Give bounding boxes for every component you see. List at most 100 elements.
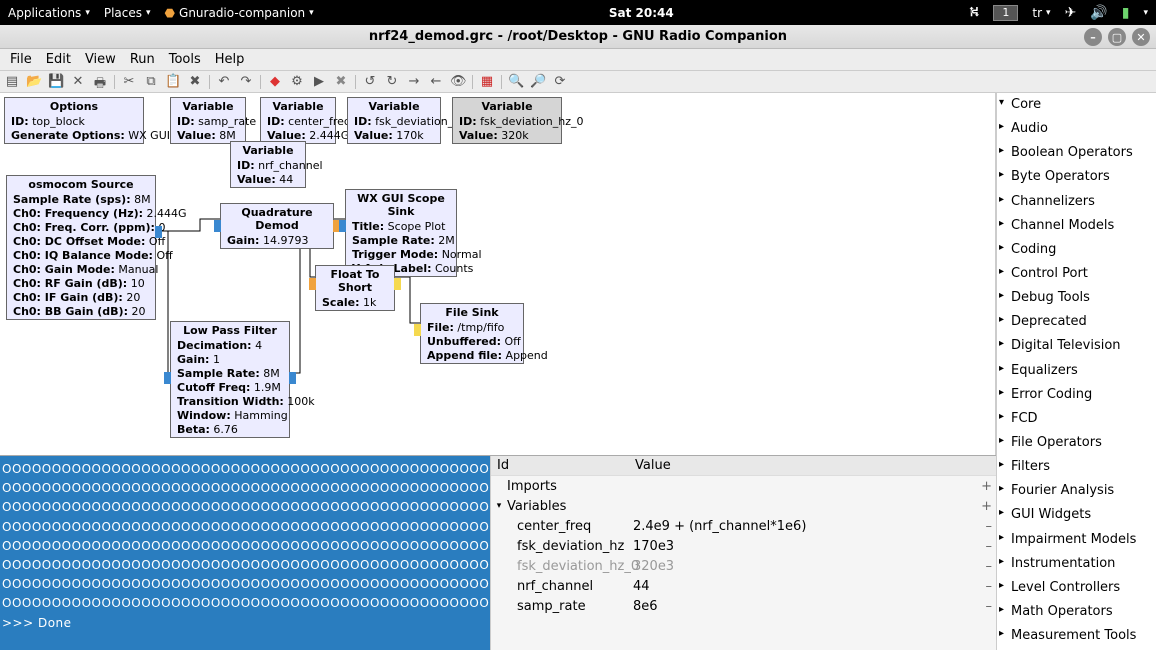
tree-node[interactable]: Impairment Models (997, 528, 1156, 552)
tree-node[interactable]: Equalizers (997, 359, 1156, 383)
menu-places[interactable]: Places▾ (104, 6, 151, 20)
menu-app[interactable]: ⬣Gnuradio-companion▾ (165, 6, 314, 20)
menu-view[interactable]: View (79, 50, 122, 69)
cut-icon[interactable]: ✂ (121, 74, 137, 90)
zoom-in-icon[interactable]: 🔍 (508, 74, 524, 90)
block-tree[interactable]: CoreAudioBoolean OperatorsByte Operators… (996, 93, 1156, 650)
variable-row[interactable]: samp_rate8e6– (491, 596, 996, 616)
variable-row[interactable]: nrf_channel44– (491, 576, 996, 596)
menu-help[interactable]: Help (209, 50, 251, 69)
remove-var-icon[interactable]: – (986, 579, 993, 594)
tree-node[interactable]: Audio (997, 117, 1156, 141)
save-icon[interactable]: 💾 (48, 74, 64, 90)
variable-row[interactable]: fsk_deviation_hz170e3– (491, 536, 996, 556)
tree-node[interactable]: Fourier Analysis (997, 479, 1156, 503)
tree-node[interactable]: FCD (997, 407, 1156, 431)
generate-icon[interactable]: ⚙ (289, 74, 305, 90)
block-quad[interactable]: Quadrature DemodGain: 14.9793 (220, 203, 334, 249)
menu-file[interactable]: File (4, 50, 38, 69)
tree-node[interactable]: Core (997, 93, 1156, 117)
menu-edit[interactable]: Edit (40, 50, 77, 69)
tree-node[interactable]: Instrumentation (997, 552, 1156, 576)
tree-node[interactable]: Error Coding (997, 383, 1156, 407)
tree-node[interactable]: Coding (997, 238, 1156, 262)
flowgraph-canvas[interactable]: OptionsID: top_blockGenerate Options: WX… (0, 93, 996, 455)
minimize-button[interactable]: – (1084, 28, 1102, 46)
port[interactable] (309, 278, 316, 290)
tree-node[interactable]: Level Controllers (997, 576, 1156, 600)
port[interactable] (289, 372, 296, 384)
tree-node[interactable]: Filters (997, 455, 1156, 479)
enable-icon[interactable]: → (406, 74, 422, 90)
print-icon[interactable]: 🖶 (92, 74, 108, 90)
tree-node[interactable]: Measurement Tools (997, 624, 1156, 648)
tree-node[interactable]: GUI Widgets (997, 503, 1156, 527)
remove-var-icon[interactable]: – (986, 599, 993, 614)
block-lpf[interactable]: Low Pass FilterDecimation: 4Gain: 1Sampl… (170, 321, 290, 438)
undo-icon[interactable]: ↶ (216, 74, 232, 90)
copy-icon[interactable]: ⧉ (143, 74, 159, 90)
block-scope[interactable]: WX GUI Scope SinkTitle: Scope PlotSample… (345, 189, 457, 277)
maximize-button[interactable]: ▢ (1108, 28, 1126, 46)
tree-node[interactable]: Digital Television (997, 334, 1156, 358)
tree-node[interactable]: Debug Tools (997, 286, 1156, 310)
block-var_chan[interactable]: VariableID: nrf_channelValue: 44 (230, 141, 306, 188)
tree-node[interactable]: Channelizers (997, 190, 1156, 214)
block-f2s[interactable]: Float To ShortScale: 1k (315, 265, 395, 311)
workspace-indicator[interactable]: 1 (993, 5, 1018, 21)
zoom-out-icon[interactable]: 🔎 (530, 74, 546, 90)
block-fsink[interactable]: File SinkFile: /tmp/fifoUnbuffered: OffA… (420, 303, 524, 364)
variable-row[interactable]: center_freq2.4e9 + (nrf_channel*1e6)– (491, 516, 996, 536)
block-osmo[interactable]: osmocom SourceSample Rate (sps): 8MCh0: … (6, 175, 156, 320)
close-button[interactable]: ✕ (1132, 28, 1150, 46)
port[interactable] (214, 220, 221, 232)
tree-node[interactable]: File Operators (997, 431, 1156, 455)
redo-icon[interactable]: ↷ (238, 74, 254, 90)
add-import-icon[interactable]: + (981, 479, 992, 494)
disable-icon[interactable]: ← (428, 74, 444, 90)
keyboard-layout[interactable]: tr▾ (1032, 6, 1050, 20)
vars-variables-row[interactable]: ▾Variables+ (491, 496, 996, 516)
tree-node[interactable]: Deprecated (997, 310, 1156, 334)
tree-node[interactable]: Channel Models (997, 214, 1156, 238)
menu-tools[interactable]: Tools (163, 50, 207, 69)
port[interactable] (394, 278, 401, 290)
menu-applications[interactable]: Applications▾ (8, 6, 90, 20)
console-pane[interactable]: OOOOOOOOOOOOOOOOOOOOOOOOOOOOOOOOOOOOOOOO… (0, 456, 490, 650)
record-icon[interactable]: ⛕ (969, 4, 979, 22)
execute-icon[interactable]: ▶ (311, 74, 327, 90)
paste-icon[interactable]: 📋 (165, 74, 181, 90)
airplane-icon[interactable]: ✈ (1065, 5, 1077, 21)
reload-icon[interactable]: ⟳ (552, 74, 568, 90)
hide-icon[interactable]: 👁 (450, 74, 466, 90)
block-options[interactable]: OptionsID: top_blockGenerate Options: WX… (4, 97, 144, 144)
rotate-left-icon[interactable]: ↺ (362, 74, 378, 90)
errors-icon[interactable]: ◆ (267, 74, 283, 90)
block-var_samp[interactable]: VariableID: samp_rateValue: 8M (170, 97, 246, 144)
volume-icon[interactable]: 🔊 (1090, 5, 1107, 21)
open-icon[interactable]: 📂 (26, 74, 42, 90)
variables-pane[interactable]: Id Value Imports+ ▾Variables+ center_fre… (490, 456, 996, 650)
battery-icon[interactable]: ▮ (1122, 5, 1130, 21)
tree-node[interactable]: Control Port (997, 262, 1156, 286)
add-variable-icon[interactable]: + (981, 499, 992, 514)
port[interactable] (414, 324, 421, 336)
block-var_fskdev[interactable]: VariableID: fsk_deviation_hzValue: 170k (347, 97, 441, 144)
block-var_fskdev0[interactable]: VariableID: fsk_deviation_hz_0Value: 320… (452, 97, 562, 144)
port[interactable] (164, 372, 171, 384)
vars-imports-row[interactable]: Imports+ (491, 476, 996, 496)
tree-node[interactable]: Boolean Operators (997, 141, 1156, 165)
port[interactable] (155, 226, 162, 238)
remove-var-icon[interactable]: – (986, 519, 993, 534)
remove-var-icon[interactable]: – (986, 539, 993, 554)
block-var_center[interactable]: VariableID: center_freqValue: 2.444G (260, 97, 336, 144)
rotate-right-icon[interactable]: ↻ (384, 74, 400, 90)
kill-icon[interactable]: ✖ (333, 74, 349, 90)
remove-var-icon[interactable]: – (986, 559, 993, 574)
close-icon[interactable]: ✕ (70, 74, 86, 90)
menu-run[interactable]: Run (124, 50, 161, 69)
tree-node[interactable]: Byte Operators (997, 165, 1156, 189)
delete-icon[interactable]: ✖ (187, 74, 203, 90)
find-icon[interactable]: ▦ (479, 74, 495, 90)
port[interactable] (339, 220, 346, 232)
